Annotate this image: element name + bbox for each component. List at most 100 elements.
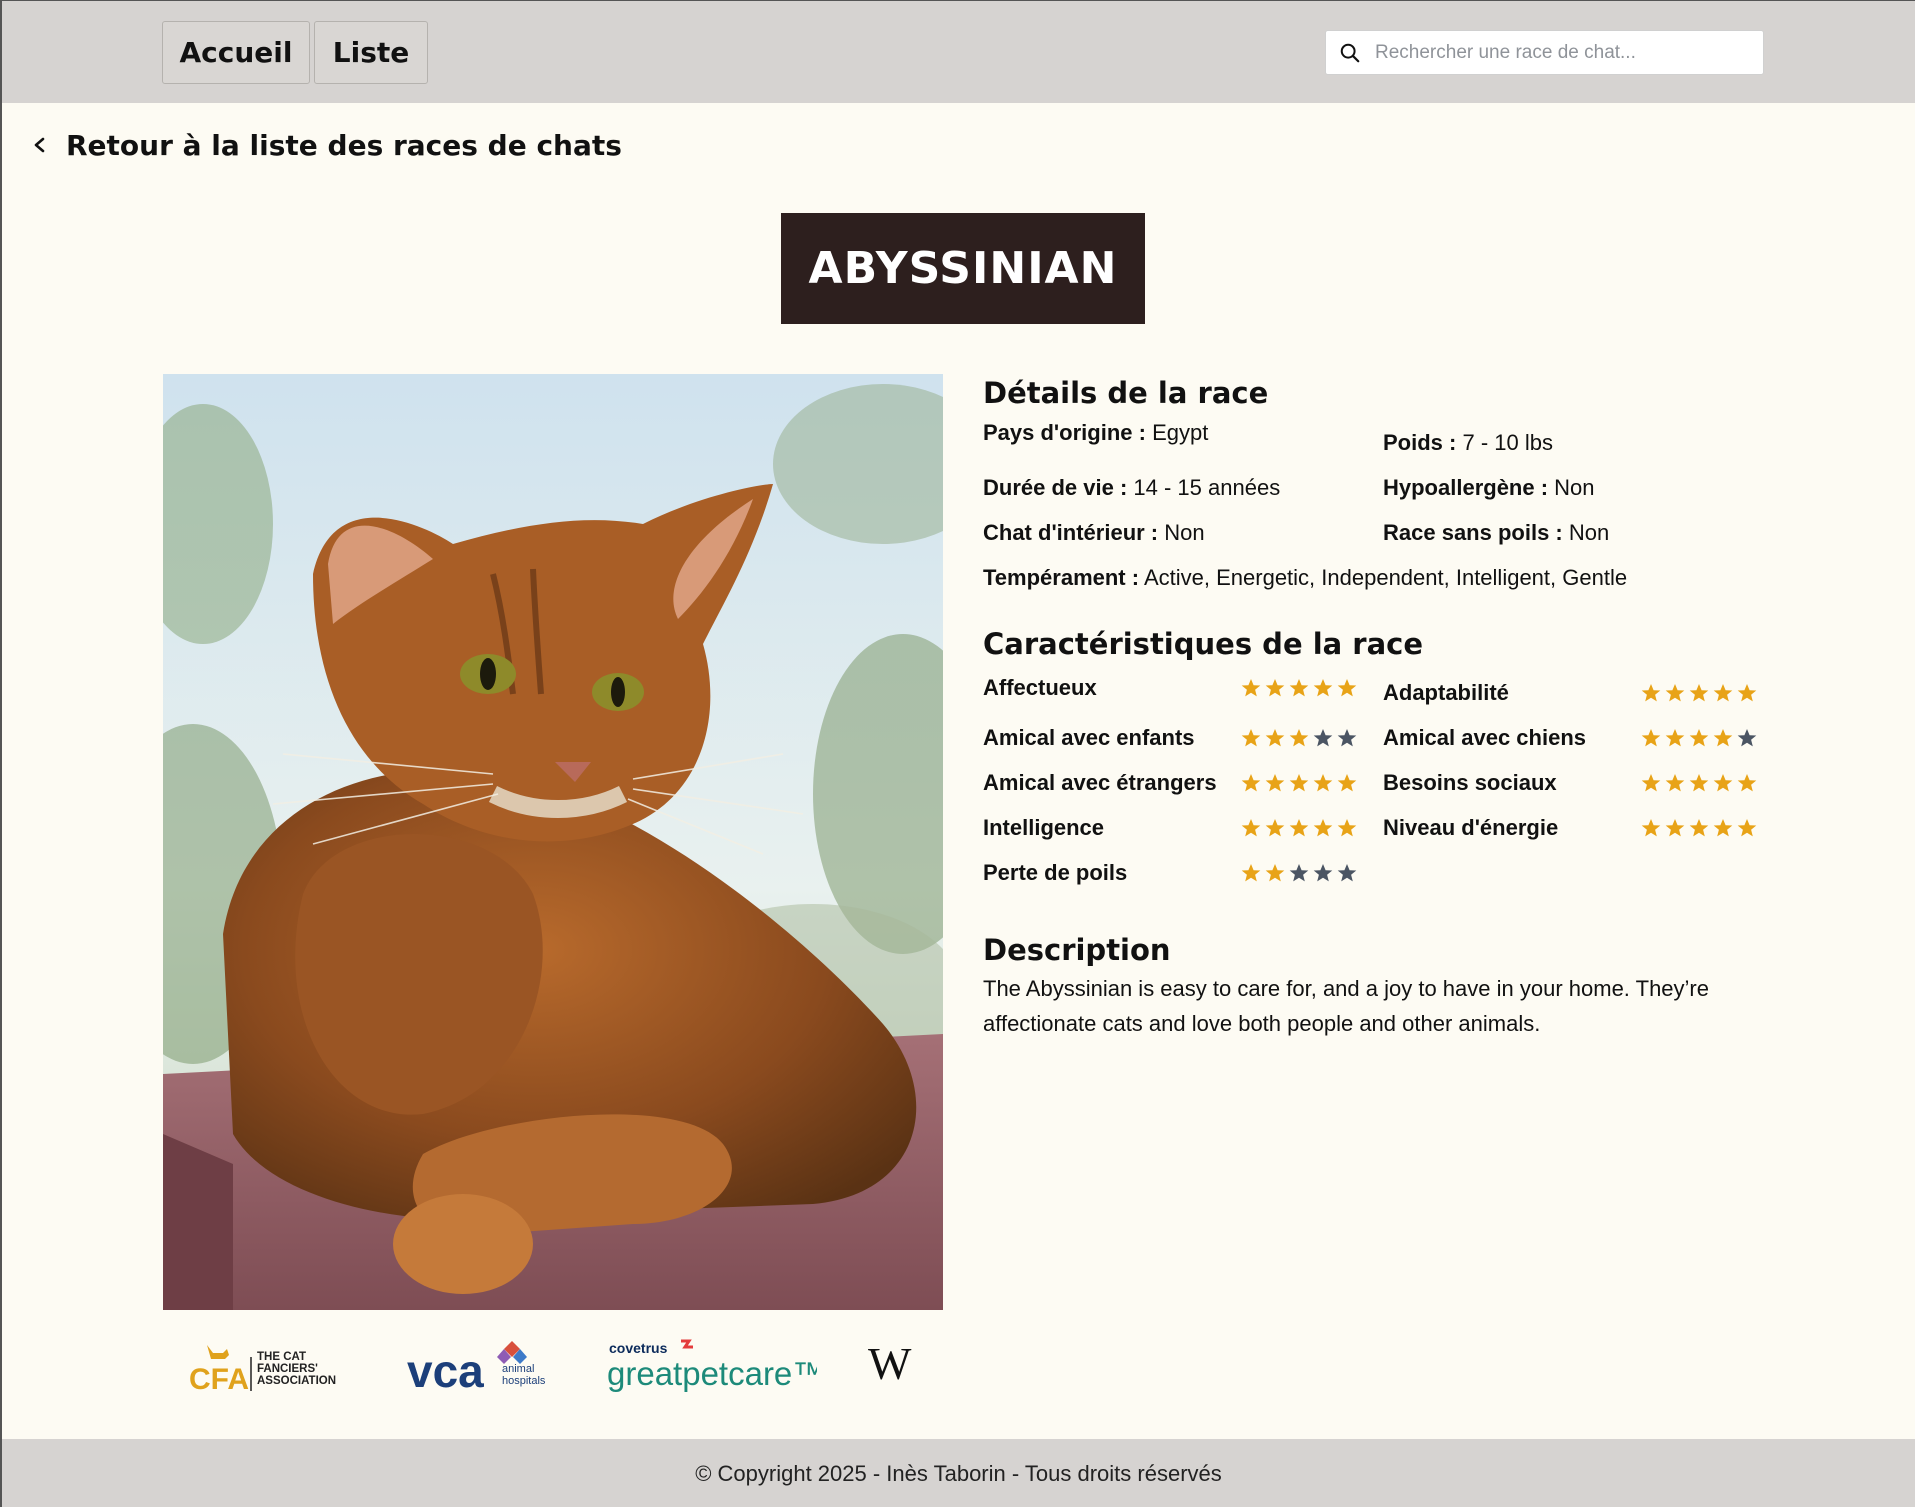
star-filled-icon — [1641, 819, 1661, 837]
great-pet-care-logo[interactable]: covetrus greatpetcare™ — [607, 1337, 825, 1400]
lifespan-field: Durée de vie : 14 - 15 années — [983, 475, 1280, 501]
star-filled-icon — [1641, 774, 1661, 792]
characteristic-rating — [1241, 818, 1357, 838]
indoor-field: Chat d'intérieur : Non — [983, 520, 1205, 546]
star-filled-icon — [1713, 774, 1733, 792]
characteristic-rating — [1641, 818, 1757, 838]
weight-field: Poids : 7 - 10 lbs — [1383, 430, 1553, 456]
star-filled-icon — [1713, 684, 1733, 702]
characteristics-heading: Caractéristiques de la race — [983, 627, 1424, 661]
star-filled-icon — [1265, 679, 1285, 697]
characteristic-label: Niveau d'énergie — [1383, 815, 1559, 840]
cfa-logo-text: THE CAT FANCIERS' ASSOCIATION — [257, 1351, 337, 1387]
chevron-left-icon — [34, 137, 45, 153]
star-filled-icon — [1241, 729, 1261, 747]
hairless-value: Non — [1568, 520, 1610, 545]
temperament-value: Active, Energetic, Independent, Intellig… — [1143, 565, 1628, 590]
star-filled-icon — [1641, 729, 1661, 747]
weight-label: Poids : — [1383, 430, 1457, 455]
star-filled-icon — [1737, 819, 1757, 837]
star-filled-icon — [1241, 819, 1261, 837]
characteristic-label: Amical avec enfants — [983, 725, 1195, 750]
star-filled-icon — [1337, 774, 1357, 792]
star-filled-icon — [1313, 774, 1333, 792]
abyssinian-cat-illustration — [163, 374, 943, 1310]
star-filled-icon — [1737, 774, 1757, 792]
origin-field: Pays d'origine : Egypt — [983, 420, 1208, 446]
characteristic-rating — [1641, 683, 1757, 703]
nav-home-button[interactable]: Accueil — [162, 21, 310, 84]
hypoallergenic-value: Non — [1554, 475, 1595, 500]
star-empty-icon — [1313, 729, 1333, 747]
star-filled-icon — [1665, 729, 1685, 747]
wikipedia-logo-mark: W — [868, 1339, 912, 1389]
characteristic-label: Amical avec chiens — [1383, 725, 1587, 750]
star-filled-icon — [1289, 819, 1309, 837]
characteristic-label: Affectueux — [983, 675, 1097, 700]
hairless-label: Race sans poils : — [1383, 520, 1563, 545]
star-filled-icon — [1337, 679, 1357, 697]
hypoallergenic-label: Hypoallergène : — [1383, 475, 1549, 500]
description-text: The Abyssinian is easy to care for, and … — [983, 976, 1709, 1036]
characteristic-label: Intelligence — [983, 815, 1105, 840]
star-filled-icon — [1265, 819, 1285, 837]
star-filled-icon — [1689, 774, 1709, 792]
star-empty-icon — [1737, 729, 1757, 747]
star-empty-icon — [1337, 729, 1357, 747]
star-filled-icon — [1689, 729, 1709, 747]
lifespan-value: 14 - 15 années — [1133, 475, 1281, 500]
search-icon — [1340, 43, 1360, 62]
star-filled-icon — [1713, 729, 1733, 747]
star-filled-icon — [1241, 774, 1261, 792]
characteristic-label: Adaptabilité — [1383, 680, 1509, 705]
indoor-value: Non — [1164, 520, 1205, 545]
star-filled-icon — [1713, 819, 1733, 837]
wikipedia-logo[interactable]: W — [868, 1338, 918, 1394]
back-to-list-link[interactable]: Retour à la liste des races de chats — [30, 127, 622, 163]
search-input[interactable] — [1375, 41, 1735, 64]
star-filled-icon — [1689, 819, 1709, 837]
temperament-label: Tempérament : — [983, 565, 1140, 590]
search-bar[interactable] — [1325, 30, 1764, 75]
characteristic-rating — [1241, 678, 1357, 698]
star-filled-icon — [1641, 684, 1661, 702]
star-filled-icon — [1665, 774, 1685, 792]
details-heading: Détails de la race — [983, 376, 1269, 410]
star-filled-icon — [1289, 774, 1309, 792]
footer: © Copyright 2025 - Inès Taborin - Tous d… — [2, 1439, 1915, 1507]
origin-label: Pays d'origine : — [983, 420, 1146, 445]
star-filled-icon — [1313, 819, 1333, 837]
star-filled-icon — [1337, 819, 1357, 837]
star-filled-icon — [1689, 684, 1709, 702]
characteristic-rating — [1641, 728, 1757, 748]
hypoallergenic-field: Hypoallergène : Non — [1383, 475, 1595, 501]
characteristic-label: Amical avec étrangers — [983, 770, 1217, 795]
cfa-logo-mark: CFA — [189, 1363, 249, 1394]
characteristic-rating — [1241, 773, 1357, 793]
characteristic-rating — [1641, 773, 1757, 793]
covetrus-text: covetrus — [609, 1340, 668, 1356]
weight-value: 7 - 10 lbs — [1462, 430, 1553, 455]
vca-logo[interactable]: vca animal hospitals — [407, 1337, 557, 1400]
indoor-label: Chat d'intérieur : — [983, 520, 1159, 545]
vca-logo-text: animal hospitals — [502, 1363, 546, 1387]
vca-logo-mark: vca — [407, 1345, 484, 1395]
cfa-logo[interactable]: CFA THE CAT FANCIERS' ASSOCIATION — [187, 1339, 357, 1399]
star-filled-icon — [1241, 864, 1261, 882]
star-filled-icon — [1289, 679, 1309, 697]
nav-list-button[interactable]: Liste — [314, 21, 428, 84]
star-filled-icon — [1665, 819, 1685, 837]
star-empty-icon — [1289, 864, 1309, 882]
star-filled-icon — [1313, 679, 1333, 697]
back-link-label: Retour à la liste des races de chats — [66, 128, 622, 162]
star-filled-icon — [1737, 684, 1757, 702]
origin-value: Egypt — [1152, 420, 1209, 445]
star-empty-icon — [1337, 864, 1357, 882]
star-filled-icon — [1265, 774, 1285, 792]
temperament-field: Tempérament : Active, Energetic, Indepen… — [983, 565, 1627, 591]
top-navbar: Accueil Liste — [2, 1, 1915, 103]
characteristic-label: Besoins sociaux — [1383, 770, 1557, 795]
star-filled-icon — [1665, 684, 1685, 702]
breed-title: ABYSSINIAN — [781, 213, 1145, 324]
characteristic-rating — [1241, 863, 1357, 883]
